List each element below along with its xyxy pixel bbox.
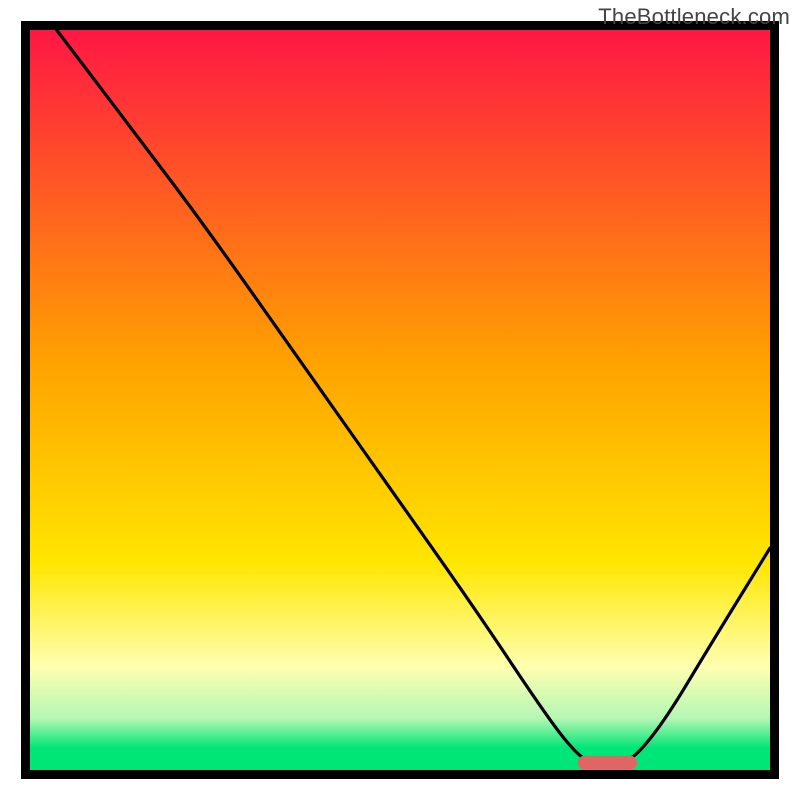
chart-stage: TheBottleneck.com bbox=[0, 0, 800, 800]
chart-svg bbox=[0, 0, 800, 800]
optimum-marker bbox=[578, 756, 637, 770]
watermark-text: TheBottleneck.com bbox=[598, 4, 790, 30]
